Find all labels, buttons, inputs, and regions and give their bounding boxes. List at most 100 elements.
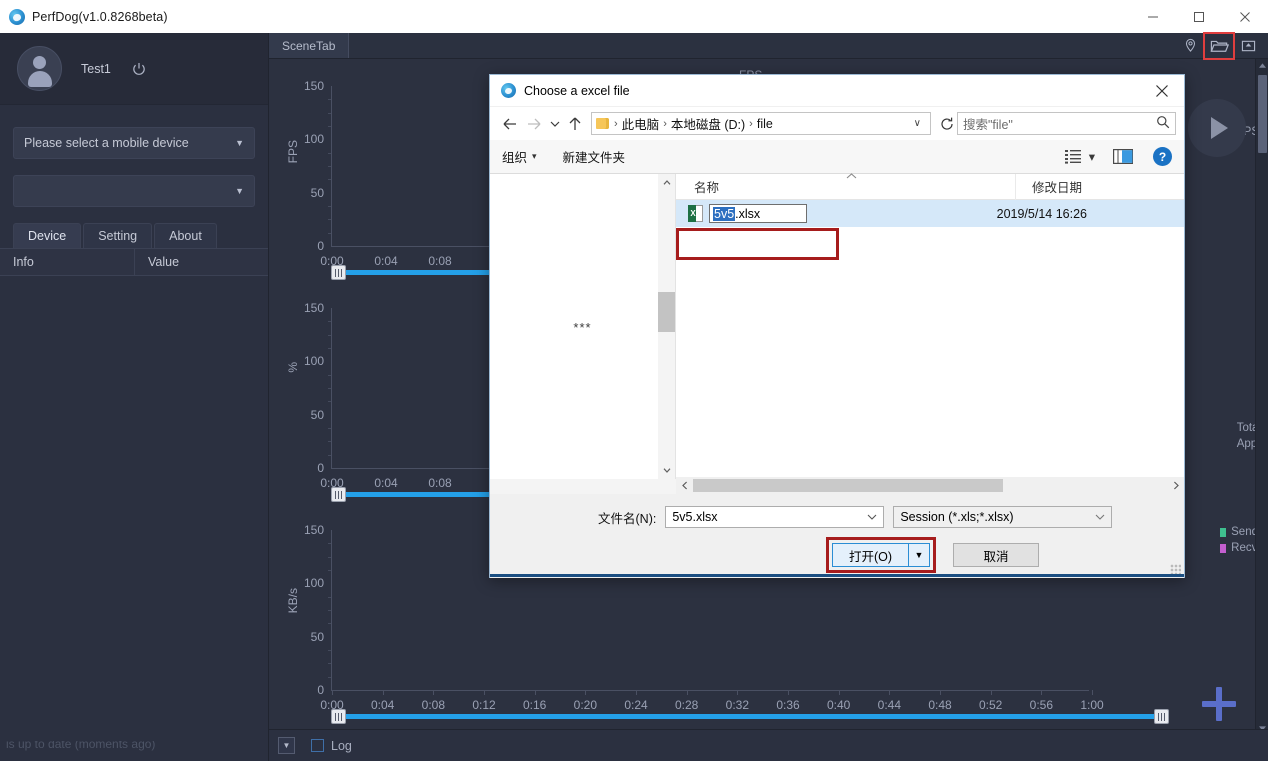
chart-network-xtick: 0:52 [979,698,1002,712]
chevron-down-icon: ▾ [532,151,537,162]
chart-network-legend: Send Recv [1220,524,1258,556]
chart-network-tickmark [383,690,384,695]
list-view-icon[interactable]: ▾ [1065,149,1095,164]
filetype-select[interactable]: Session (*.xls;*.xlsx) [893,506,1112,528]
chart-network-tickmark [433,690,434,695]
chart-cpu-xtick: 0:04 [374,476,397,490]
log-dropdown-button[interactable]: ▼ [278,737,295,754]
scrollbar-thumb[interactable] [1258,75,1267,153]
app-logo-icon [9,9,25,25]
open-button[interactable]: 打开(O) [832,543,909,567]
chart-network-ytick: 150 [304,523,331,537]
minimize-button[interactable] [1130,0,1176,33]
address-breadcrumb-bar[interactable]: › 此电脑 › 本地磁盘 (D:) › file ∨ [591,112,931,135]
table-row[interactable]: 5v5.xlsx 2019/5/14 16:26 [676,200,1184,227]
chart-cpu-ytick: 0 [317,461,331,475]
new-folder-button[interactable]: 新建文件夹 [563,147,626,166]
folder-icon [596,118,609,129]
chart-network-xtick: 0:32 [726,698,749,712]
chart-network-tickmark [940,690,941,695]
breadcrumb-file[interactable]: file [754,117,776,131]
log-checkbox[interactable] [311,739,324,752]
column-header-name[interactable]: 名称 [676,174,1016,200]
scene-tab[interactable]: SceneTab [269,33,349,58]
navpane-vertical-scrollbar[interactable] [658,174,675,479]
device-select[interactable]: Please select a mobile device ▼ [13,127,255,159]
log-bar: ▼ Log [269,729,1268,761]
window-controls [1130,0,1268,33]
tab-device[interactable]: Device [13,223,81,248]
rename-input[interactable]: 5v5.xlsx [709,204,807,223]
chevron-down-icon[interactable] [1095,512,1105,523]
location-pin-icon[interactable] [1176,33,1204,59]
chart-network-xtick: 0:08 [422,698,445,712]
scrollbar-thumb[interactable] [693,479,1003,492]
play-button[interactable] [1188,99,1246,157]
tab-about[interactable]: About [154,223,217,248]
refresh-icon[interactable] [937,117,957,131]
navpane-horizontal-scrollbar[interactable] [490,479,676,494]
dialog-title-bar: Choose a excel file [490,75,1184,107]
tab-setting[interactable]: Setting [83,223,152,248]
export-up-icon[interactable] [1234,33,1262,59]
chart-fps-yaxis [331,86,332,246]
scroll-up-arrow[interactable] [658,174,675,191]
scrollbar-thumb[interactable] [658,292,675,332]
file-modified-date: 2019/5/14 16:26 [997,207,1087,221]
breadcrumb-dropdown-icon[interactable]: ∨ [909,118,926,129]
chart-network-xtick: 0:56 [1030,698,1053,712]
sort-ascending-icon [846,171,857,182]
chart-network-tickmark [1092,690,1093,695]
chart-cpu-yaxis [331,308,332,468]
slider-handle-left[interactable] [331,487,346,502]
slider-track[interactable] [343,714,1157,719]
dialog-navigation-bar: › 此电脑 › 本地磁盘 (D:) › file ∨ 搜索"file" [490,107,1184,140]
avatar[interactable] [17,46,62,91]
back-arrow-icon[interactable] [498,112,522,136]
open-button-highlight-box: 打开(O) ▼ [826,537,936,573]
help-button[interactable]: ? [1153,147,1172,166]
scroll-left-arrow[interactable] [676,477,693,494]
scene-tab-bar: SceneTab [269,33,1268,59]
chart-network-xtick: 0:28 [675,698,698,712]
close-button[interactable] [1222,0,1268,33]
organize-menu[interactable]: 组织 ▾ [502,147,537,166]
add-chart-button[interactable] [1202,687,1236,721]
cancel-button[interactable]: 取消 [953,543,1039,567]
slider-handle-right[interactable] [1154,709,1169,724]
filename-value: 5v5.xlsx [672,510,717,524]
chart-network-xtick: 0:16 [523,698,546,712]
slider-handle-left[interactable] [331,265,346,280]
up-arrow-icon[interactable] [563,112,587,136]
preview-pane-icon[interactable] [1113,149,1133,164]
open-dropdown-button[interactable]: ▼ [909,543,930,567]
search-input[interactable]: 搜索"file" [957,112,1176,135]
log-label: Log [331,739,352,753]
scroll-up-arrow[interactable] [1256,59,1268,72]
main-vertical-scrollbar[interactable] [1255,59,1268,735]
chart-network-range-slider[interactable] [331,712,1169,721]
scroll-down-arrow[interactable] [658,462,675,479]
app-title: PerfDog(v1.0.8268beta) [32,10,168,24]
dialog-close-button[interactable] [1139,75,1184,107]
breadcrumb-drive-d[interactable]: 本地磁盘 (D:) [668,114,748,133]
search-placeholder: 搜索"file" [963,114,1013,133]
rename-highlight-box [676,228,839,260]
column-header-date[interactable]: 修改日期 [1016,177,1082,196]
chevron-down-icon[interactable] [867,512,877,523]
forward-arrow-icon[interactable] [522,112,546,136]
chart-fps-ytick: 50 [311,186,331,200]
maximize-button[interactable] [1176,0,1222,33]
recent-locations-chevron-icon[interactable] [546,112,563,136]
power-icon[interactable] [132,62,146,76]
chart-network-xtick: 0:36 [776,698,799,712]
chart-fps-ytick: 150 [304,79,331,93]
open-folder-icon[interactable] [1204,33,1234,59]
slider-handle-left[interactable] [331,709,346,724]
filename-input[interactable]: 5v5.xlsx [665,506,884,528]
breadcrumb-this-pc[interactable]: 此电脑 [619,114,663,133]
scroll-right-arrow[interactable] [1167,477,1184,494]
secondary-select[interactable]: ▼ [13,175,255,207]
chart-fps-ytick: 100 [304,132,331,146]
file-list-horizontal-scrollbar[interactable] [676,477,1184,494]
